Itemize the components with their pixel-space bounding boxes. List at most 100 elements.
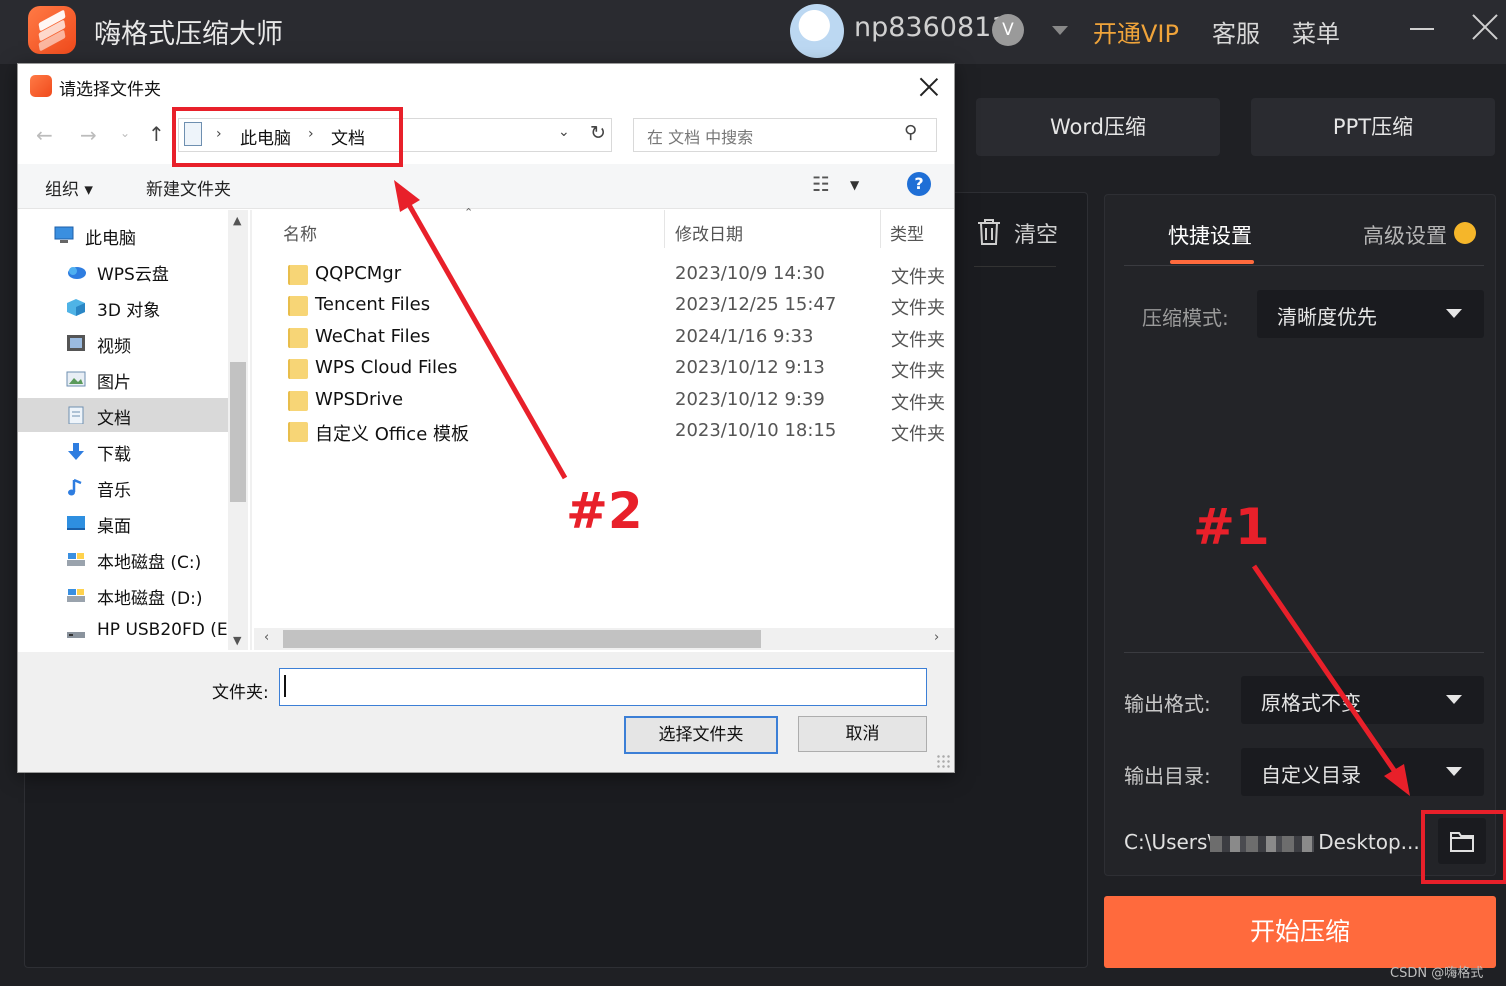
cancel-button[interactable]: 取消 [798, 716, 927, 752]
file-row[interactable]: WPS Cloud Files 2023/10/12 9:13 文件夹 [280, 354, 954, 385]
user-avatar[interactable] [790, 4, 844, 58]
column-divider[interactable] [664, 210, 665, 248]
file-date: 2023/10/12 9:13 [675, 357, 825, 379]
column-header-type[interactable]: 类型 [890, 220, 924, 245]
view-options-icon[interactable]: ☷ [812, 172, 830, 196]
output-format-label: 输出格式: [1124, 692, 1211, 716]
back-arrow-icon[interactable]: ← [36, 123, 53, 147]
annotation-marker-2: #2 [566, 482, 643, 540]
cube-icon [67, 299, 85, 316]
file-name: 自定义 Office 模板 [315, 424, 469, 445]
new-folder-button[interactable]: 新建文件夹 [146, 175, 231, 200]
column-header-date[interactable]: 修改日期 [675, 220, 743, 245]
file-type: 文件夹 [891, 329, 945, 351]
column-divider[interactable] [880, 210, 881, 248]
clear-button[interactable]: 清空 [1014, 217, 1058, 249]
file-row[interactable]: WPSDrive 2023/10/12 9:39 文件夹 [280, 386, 954, 417]
scroll-down-icon[interactable]: ▼ [233, 634, 241, 647]
close-icon[interactable] [918, 76, 940, 98]
refresh-icon[interactable]: ↻ [590, 122, 606, 144]
nav-item-9[interactable]: 桌面 [18, 506, 228, 540]
scroll-left-icon[interactable]: ‹ [264, 630, 269, 645]
scroll-up-icon[interactable]: ▲ [233, 214, 241, 227]
file-row[interactable]: 自定义 Office 模板 2023/10/10 18:15 文件夹 [280, 417, 954, 448]
output-format-select[interactable]: 原格式不变 [1241, 676, 1484, 724]
customer-service-link[interactable]: 客服 [1212, 14, 1260, 49]
file-row[interactable]: Tencent Files 2023/12/25 15:47 文件夹 [280, 291, 954, 322]
up-arrow-icon[interactable]: ↑ [148, 122, 165, 146]
tab-quick-settings[interactable]: 快捷设置 [1168, 220, 1252, 250]
recent-locations-chevron-down-icon[interactable]: ⌄ [120, 126, 130, 140]
nav-item-12[interactable]: HP USB20FD (E [18, 614, 228, 648]
search-icon[interactable]: ⚲ [904, 122, 917, 143]
cloud-icon [68, 267, 86, 279]
drive-icon [67, 589, 85, 602]
file-date: 2023/10/12 9:39 [675, 388, 825, 410]
nav-item-5[interactable]: 图片 [18, 362, 228, 396]
nav-item-label: 3D 对象 [97, 301, 161, 321]
user-menu-chevron-down-icon[interactable] [1052, 26, 1068, 35]
column-header-name[interactable]: 名称 [283, 220, 317, 245]
tab-word-compress[interactable]: Word压缩 [976, 98, 1220, 156]
folder-icon [288, 390, 308, 411]
nav-item-11[interactable]: 本地磁盘 (D:) [18, 578, 228, 612]
forward-arrow-icon[interactable]: → [80, 123, 97, 147]
help-icon[interactable]: ? [907, 172, 931, 196]
nav-item-10[interactable]: 本地磁盘 (C:) [18, 542, 228, 576]
nav-item-2[interactable]: WPS云盘 [18, 254, 228, 288]
file-row[interactable]: WeChat Files 2024/1/16 9:33 文件夹 [280, 323, 954, 354]
minimize-icon[interactable] [1410, 28, 1434, 30]
address-chevron-down-icon[interactable]: ⌄ [558, 124, 570, 140]
folder-icon [288, 296, 308, 317]
premium-badge-icon [1454, 222, 1476, 244]
nav-item-1[interactable]: 此电脑 [18, 218, 228, 252]
annotation-marker-1: #1 [1193, 498, 1270, 556]
scroll-right-icon[interactable]: › [934, 630, 939, 645]
nav-item-3[interactable]: 3D 对象 [18, 290, 228, 324]
nav-item-6[interactable]: 文档 [18, 398, 228, 432]
nav-item-label: 音乐 [97, 481, 131, 501]
output-path-prefix: C:\Users\ [1124, 830, 1215, 854]
nav-item-label: HP USB20FD (E [97, 620, 228, 640]
computer-icon [54, 226, 74, 243]
annotation-box-address [172, 107, 403, 167]
resize-grip-icon[interactable] [936, 754, 950, 768]
nav-item-4[interactable]: 视频 [18, 326, 228, 360]
download-icon [68, 443, 84, 460]
dialog-title: 请选择文件夹 [59, 80, 161, 100]
compress-mode-label: 压缩模式: [1142, 306, 1229, 330]
file-row[interactable]: QQPCMgr 2023/10/9 14:30 文件夹 [280, 260, 954, 291]
sort-up-icon: ⌃ [464, 206, 474, 219]
start-compress-button[interactable]: 开始压缩 [1104, 896, 1496, 968]
file-name: WPS Cloud Files [315, 357, 458, 379]
document-icon [68, 406, 84, 424]
tab-ppt-compress[interactable]: PPT压缩 [1251, 98, 1495, 156]
text-caret [284, 675, 286, 697]
nav-scrollbar-thumb[interactable] [230, 362, 246, 502]
close-app-icon[interactable] [1468, 10, 1502, 44]
open-vip-link[interactable]: 开通VIP [1093, 14, 1179, 49]
chevron-down-icon[interactable]: ▼ [850, 178, 859, 192]
music-icon [68, 478, 82, 496]
file-date: 2024/1/16 9:33 [675, 325, 814, 347]
nav-item-8[interactable]: 音乐 [18, 470, 228, 504]
compress-mode-select[interactable]: 清晰度优先 [1257, 290, 1484, 338]
nav-item-label: 本地磁盘 (D:) [97, 589, 203, 609]
select-folder-button[interactable]: 选择文件夹 [624, 716, 778, 754]
horizontal-scrollbar-thumb[interactable] [283, 630, 761, 648]
folder-field-label: 文件夹: [212, 683, 269, 703]
desktop-icon [67, 516, 85, 530]
navigation-pane: 此电脑 WPS云盘 3D 对象视频 图片 文档 下载音乐桌面 本地磁盘 (C:) 本地磁盘 (… [18, 210, 248, 650]
folder-icon [288, 422, 308, 442]
tab-advanced-settings[interactable]: 高级设置 [1363, 220, 1447, 250]
folder-icon [288, 327, 308, 348]
main-menu-link[interactable]: 菜单 [1292, 14, 1340, 49]
folder-name-input[interactable] [279, 668, 927, 706]
search-placeholder: 在 文档 中搜索 [647, 128, 754, 147]
output-dir-select[interactable]: 自定义目录 [1241, 748, 1484, 796]
organize-menu[interactable]: 组织 ▾ [45, 175, 93, 200]
select-folder-dialog: 请选择文件夹 ← → ⌄ ↑ › 此电脑 › 文档 ⌄ ↻ 在 文档 中搜索 ⚲… [18, 64, 954, 772]
nav-item-7[interactable]: 下载 [18, 434, 228, 468]
trash-icon[interactable] [976, 218, 1002, 246]
username[interactable]: np8360811 [854, 12, 1009, 43]
